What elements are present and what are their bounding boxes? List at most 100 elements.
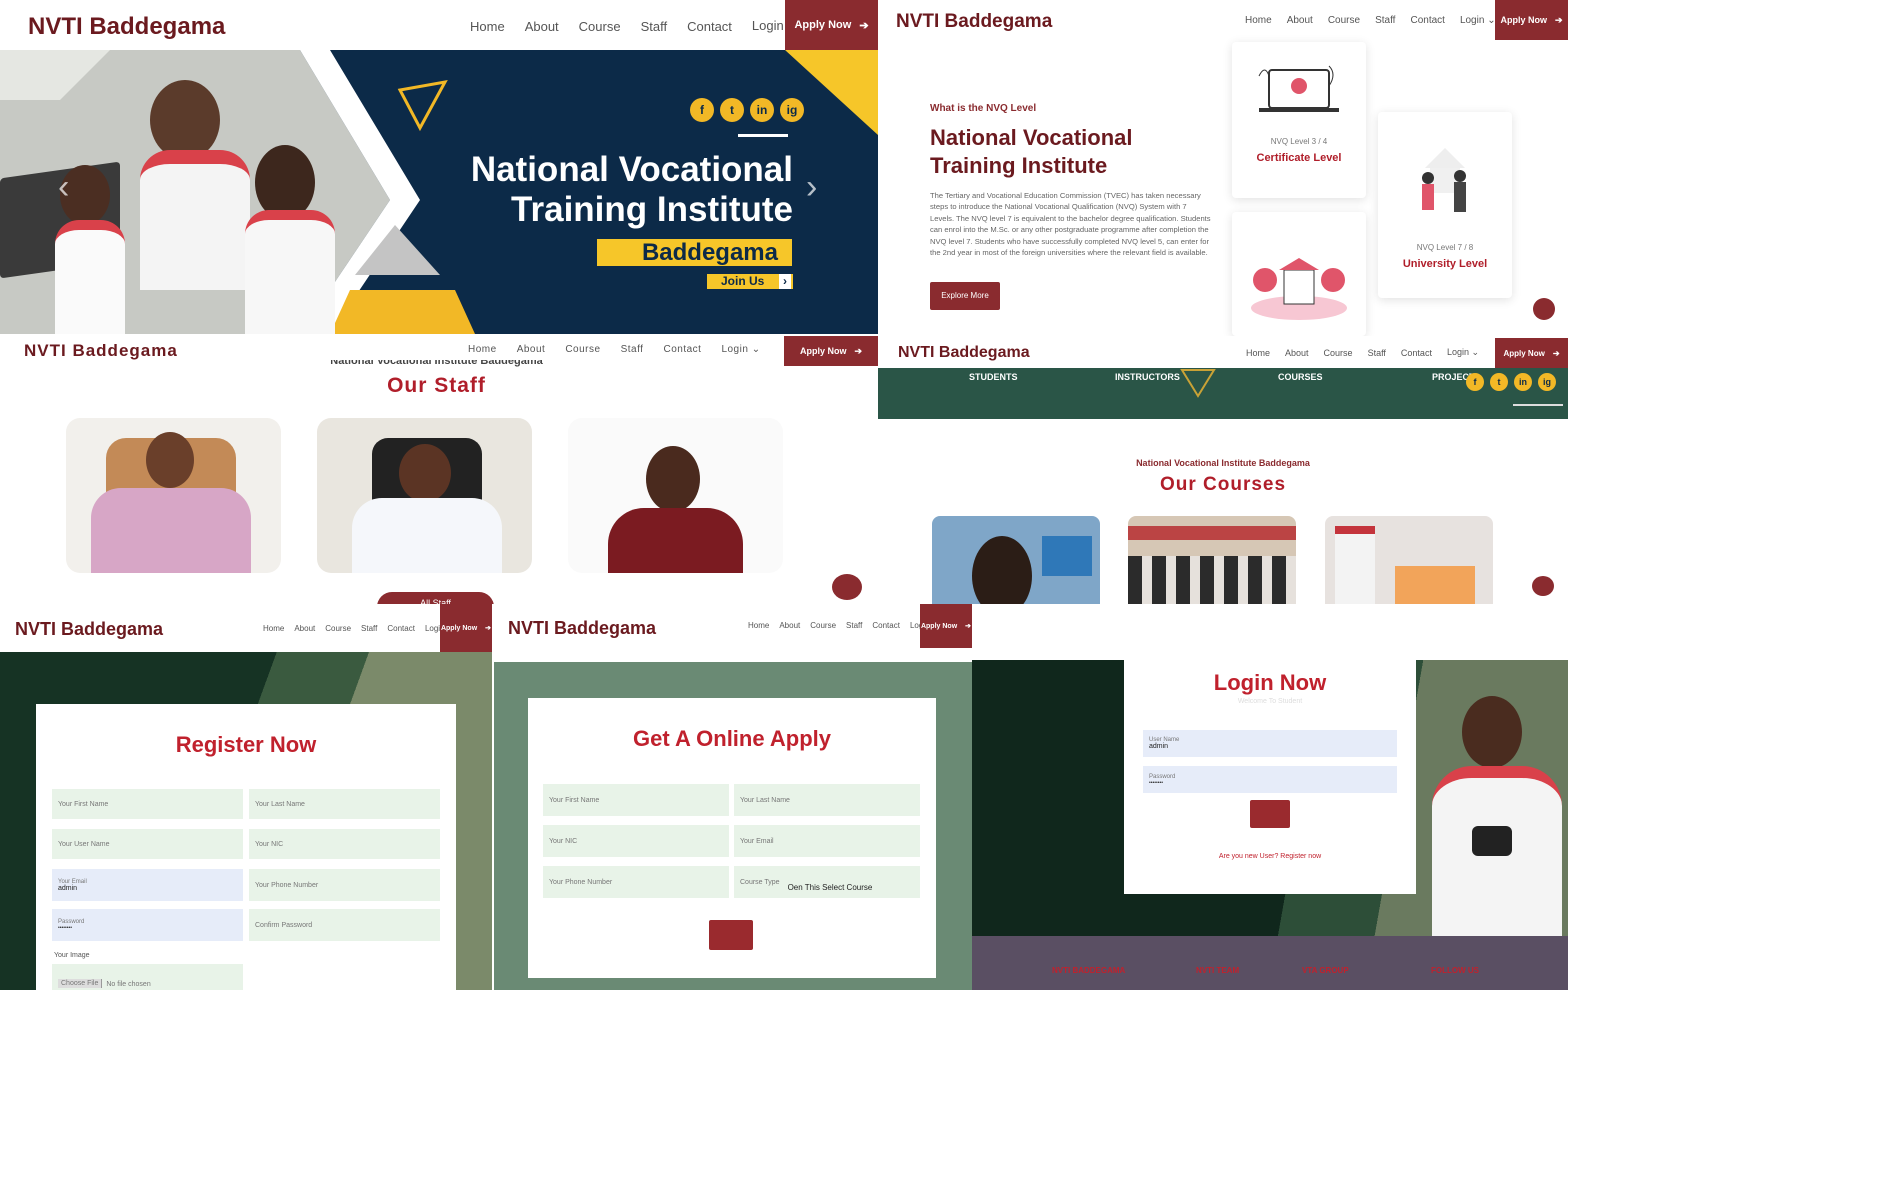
apply-now-button[interactable]: Apply Now ➔ [785,0,878,50]
join-us-button[interactable]: Join Us › [707,274,793,289]
apply-submit-button[interactable] [709,920,753,950]
phone-input[interactable]: Your Phone Number [543,866,729,898]
nav-contact[interactable]: Contact [687,19,732,34]
password-input[interactable]: Password •••••••• [1143,766,1397,793]
last-name-input[interactable]: Your Last Name [734,784,920,816]
login-photo [1422,666,1568,936]
nav-contact[interactable]: Contact [1410,15,1444,26]
user-name-input[interactable]: Your User Name [52,829,243,859]
password-value: •••••••• [1149,779,1164,786]
footer-col-team: NVTI TEAM [1196,966,1240,975]
nav-staff[interactable]: Staff [1368,348,1386,358]
nav-about[interactable]: About [525,19,559,34]
nav-contact[interactable]: Contact [1401,348,1432,358]
nav-home[interactable]: Home [470,19,505,34]
choose-file-button[interactable]: Choose File [58,979,103,988]
nav-course[interactable]: Course [1328,15,1360,26]
site-logo[interactable]: NVTI Baddegama [898,344,1030,362]
first-name-input[interactable]: Your First Name [52,789,243,819]
arrow-right-icon: ➔ [859,19,869,32]
last-name-input[interactable]: Your Last Name [249,789,440,819]
nav-staff[interactable]: Staff [641,19,668,34]
site-logo[interactable]: NVTI Baddegama [15,619,163,640]
facebook-icon[interactable]: f [1466,373,1484,391]
nav-about[interactable]: About [779,621,800,630]
email-input[interactable]: Your Email admin [52,869,243,901]
nav-staff[interactable]: Staff [846,621,862,630]
nav-login[interactable]: Login ⌄ [721,344,760,355]
scroll-top-button[interactable] [1533,298,1555,320]
site-logo[interactable]: NVTI Baddegama [508,618,656,639]
login-submit-button[interactable] [1250,800,1290,828]
phone-input[interactable]: Your Phone Number [249,869,440,901]
linkedin-icon[interactable]: in [750,98,774,122]
nav-course[interactable]: Course [325,624,351,633]
confirm-password-input[interactable]: Confirm Password [249,909,440,941]
site-logo[interactable]: NVTI Baddegama [28,13,225,41]
carousel-next-icon[interactable]: › [806,168,817,207]
campus-illustration [1251,258,1347,320]
footer-col-follow: FOLLOW US [1431,966,1479,975]
password-input[interactable]: Password •••••••• [52,909,243,941]
nav-about[interactable]: About [1285,348,1309,358]
nav-home[interactable]: Home [748,621,769,630]
linkedin-icon[interactable]: in [1514,373,1532,391]
nic-input[interactable]: Your NIC [249,829,440,859]
nav-login[interactable]: Login ⌄ [1447,347,1479,358]
course-photo-1[interactable] [932,516,1100,604]
first-name-input[interactable]: Your First Name [543,784,729,816]
certificate-level-card[interactable]: NVQ Level 3 / 4 Certificate Level [1232,42,1366,198]
apply-now-button[interactable]: Apply Now ➔ [1495,0,1568,40]
carousel-prev-icon[interactable]: ‹ [58,168,69,207]
staff-photo-1[interactable] [66,418,281,573]
nav-about[interactable]: About [1287,15,1313,26]
nav-staff[interactable]: Staff [1375,15,1395,26]
course-type-select[interactable]: Course Type Oen This Select Course [734,866,920,898]
nav-staff[interactable]: Staff [621,344,644,355]
scroll-top-button[interactable] [1532,576,1554,596]
twitter-icon[interactable]: t [720,98,744,122]
nav-home[interactable]: Home [1246,348,1270,358]
nav-course[interactable]: Course [810,621,836,630]
nav-login-label: Login [751,18,784,33]
course-photo-2[interactable] [1128,516,1296,604]
instagram-icon[interactable]: ig [1538,373,1556,391]
nav-staff[interactable]: Staff [361,624,377,633]
staff-panel: NVTI Baddegama Home About Course Staff C… [0,336,878,604]
username-input[interactable]: User Name admin [1143,730,1397,757]
nav-course[interactable]: Course [1324,348,1353,358]
nav-contact[interactable]: Contact [663,344,701,355]
nav-login[interactable]: Login ⌄ [1460,15,1496,26]
nav-about[interactable]: About [517,344,546,355]
register-panel: NVTI Baddegama Home About Course Staff C… [0,604,492,990]
nav-home[interactable]: Home [468,344,497,355]
email-input[interactable]: Your Email [734,825,920,857]
nav-course[interactable]: Course [579,19,621,34]
staff-photo-2[interactable] [317,418,532,573]
nav-course[interactable]: Course [565,344,600,355]
nav-contact[interactable]: Contact [387,624,415,633]
instagram-icon[interactable]: ig [780,98,804,122]
site-logo[interactable]: NVTI Baddegama [896,11,1052,33]
staff-photo-3[interactable] [568,418,783,573]
site-logo[interactable]: NVTI Baddegama [24,341,178,361]
university-level-card[interactable]: NVQ Level 7 / 8 University Level [1378,112,1512,298]
nav-home[interactable]: Home [1245,15,1272,26]
apply-now-button[interactable]: Apply Now ➔ [920,604,972,648]
twitter-icon[interactable]: t [1490,373,1508,391]
divider [738,134,788,137]
nic-input[interactable]: Your NIC [543,825,729,857]
facebook-icon[interactable]: f [690,98,714,122]
nav-about[interactable]: About [294,624,315,633]
all-staff-button[interactable]: All Staff [377,592,494,604]
image-upload[interactable]: Choose File No file chosen [52,964,243,990]
explore-more-button[interactable]: Explore More [930,282,1000,310]
apply-now-button[interactable]: Apply Now ➔ [440,604,492,652]
register-link[interactable]: Are you new User? Register now [1124,853,1416,860]
nav-home[interactable]: Home [263,624,284,633]
hero-location-badge: Baddegama [597,239,792,266]
nav-contact[interactable]: Contact [872,621,900,630]
course-photo-3[interactable] [1325,516,1493,604]
apply-now-button[interactable]: Apply Now ➔ [1495,338,1568,368]
scroll-top-button[interactable] [832,574,862,600]
